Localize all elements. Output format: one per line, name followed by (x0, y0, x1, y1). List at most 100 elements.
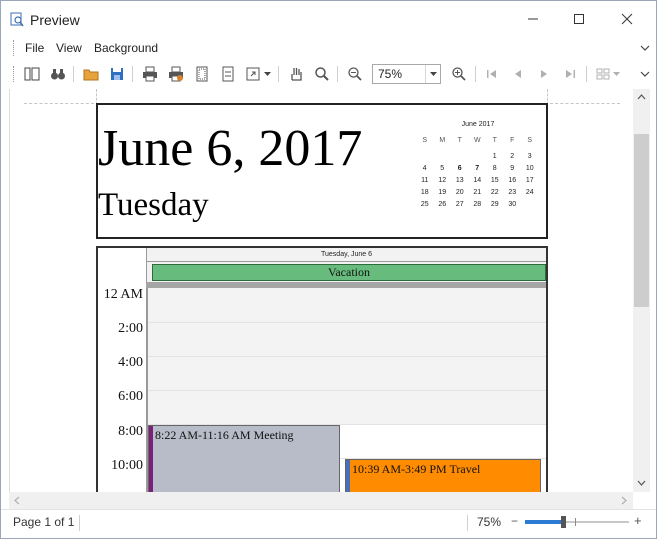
last-page-icon (566, 70, 575, 78)
mini-calendar-day: 12 (438, 177, 447, 184)
zoom-slider-tick (575, 518, 576, 526)
save-button[interactable] (107, 64, 127, 84)
search-binoculars-icon (51, 69, 65, 80)
toolbar-separator (132, 66, 133, 82)
scroll-down-button[interactable] (633, 475, 649, 491)
zoom-in-icon (452, 67, 466, 81)
zoom-dropdown-button[interactable] (425, 65, 440, 83)
status-bar: Page 1 of 1 75% − + (1, 509, 656, 538)
multiple-pages-button[interactable] (593, 64, 613, 84)
open-button[interactable] (81, 64, 101, 84)
toolbar-grip[interactable] (13, 66, 15, 82)
mini-calendar-day: 3 (527, 153, 532, 160)
mini-calendar-week: 1 2 3 (416, 151, 540, 163)
page-setup-button[interactable] (192, 64, 212, 84)
weekday-heading: Tuesday (98, 187, 209, 223)
time-label: 8:00 (118, 424, 143, 439)
chevron-down-icon (637, 480, 645, 486)
first-page-button[interactable] (482, 64, 502, 84)
thumbnails-icon (24, 67, 40, 81)
page-margin-guide (24, 103, 94, 104)
horizontal-scrollbar[interactable] (9, 492, 633, 509)
menu-view[interactable]: View (56, 41, 82, 55)
chevron-left-icon (14, 496, 20, 504)
zoom-slider-thumb[interactable] (561, 516, 566, 528)
appointment-status-bar (346, 460, 350, 492)
document-view[interactable]: June 6, 2017 Tuesday June 2017 S M T W T… (9, 89, 633, 492)
appointment-text: 8:22 AM-11:16 AM Meeting (155, 428, 294, 442)
time-label: 4:00 (118, 355, 143, 370)
menu-background[interactable]: Background (94, 41, 158, 55)
status-separator (467, 515, 468, 531)
mini-calendar-weekday: W (473, 137, 481, 144)
mini-calendar-day: 14 (473, 177, 482, 184)
close-icon (621, 13, 633, 25)
appointment-travel[interactable]: 10:39 AM-3:49 PM Travel (345, 459, 541, 492)
menu-grip[interactable] (13, 40, 15, 56)
quick-print-button[interactable] (166, 64, 186, 84)
time-label: 6:00 (118, 389, 143, 404)
mini-calendar-day: 28 (473, 201, 482, 208)
quick-print-icon (169, 66, 183, 82)
mini-calendar-weekday: T (492, 137, 497, 144)
mini-calendar-week: 11 12 13 14 15 16 17 (416, 175, 540, 187)
print-button[interactable] (140, 64, 160, 84)
hand-tool-icon (291, 68, 302, 81)
multiple-pages-icon (596, 68, 610, 80)
maximize-button[interactable] (556, 1, 602, 37)
zoom-out-button[interactable] (345, 64, 365, 84)
mini-calendar-day (434, 151, 452, 163)
time-slot-line (148, 322, 546, 323)
chevron-down-icon[interactable] (264, 72, 271, 77)
appointment-meeting[interactable]: 8:22 AM-11:16 AM Meeting (148, 425, 340, 492)
chevron-up-icon (637, 94, 645, 100)
chevron-down-icon[interactable] (640, 69, 650, 79)
zoom-slider-increase[interactable]: + (634, 513, 642, 528)
last-page-button[interactable] (560, 64, 580, 84)
mini-calendar-weekday: S (527, 137, 533, 144)
previous-page-icon (515, 70, 521, 78)
mini-calendar-day: 6 (457, 165, 462, 172)
time-slot-line (148, 390, 546, 391)
mini-calendar-day: 19 (438, 189, 447, 196)
mini-calendar-weekday: M (439, 137, 446, 144)
page-setup-icon (196, 66, 208, 82)
zoom-slider-decrease[interactable]: − (511, 514, 518, 528)
zoom-slider-fill (525, 520, 563, 524)
scroll-up-button[interactable] (633, 89, 649, 105)
mini-calendar-day: 25 (420, 201, 429, 208)
toolbar-separator (73, 66, 74, 82)
window-title: Preview (30, 12, 80, 28)
vertical-scrollbar[interactable] (633, 89, 650, 492)
chevron-down-icon[interactable] (613, 72, 620, 77)
mini-calendar-day: 27 (455, 201, 464, 208)
mini-calendar: June 2017 S M T W T F S 1 2 3 4 5 6 7 8 9 10 11 12 1… (416, 121, 540, 211)
zoom-combobox[interactable]: 75% (372, 64, 441, 84)
zoom-out-icon (348, 67, 362, 81)
next-page-button[interactable] (534, 64, 554, 84)
menu-file[interactable]: File (25, 41, 44, 55)
thumbnails-button[interactable] (22, 64, 42, 84)
chevron-down-icon[interactable] (640, 43, 650, 53)
magnifier-icon (315, 67, 329, 81)
mini-calendar-weekday: S (422, 137, 428, 144)
page-margins-button[interactable] (218, 64, 238, 84)
mini-calendar-day: 22 (490, 189, 499, 196)
mini-calendar-day: 23 (508, 189, 517, 196)
hand-tool-button[interactable] (286, 64, 306, 84)
scroll-left-button[interactable] (9, 492, 25, 508)
close-button[interactable] (604, 1, 650, 37)
mini-calendar-day: 24 (525, 189, 534, 196)
find-button[interactable] (48, 64, 68, 84)
vertical-scroll-thumb[interactable] (634, 134, 649, 307)
previous-page-button[interactable] (508, 64, 528, 84)
zoom-in-button[interactable] (449, 64, 469, 84)
minimize-button[interactable] (510, 1, 556, 37)
mini-calendar-day (469, 151, 487, 163)
mini-calendar-day: 18 (420, 189, 429, 196)
magnifier-button[interactable] (312, 64, 332, 84)
all-day-event-vacation[interactable]: Vacation (152, 264, 546, 281)
mini-calendar-day: 16 (508, 177, 517, 184)
scroll-right-button[interactable] (616, 492, 632, 508)
scale-button[interactable] (244, 64, 264, 84)
